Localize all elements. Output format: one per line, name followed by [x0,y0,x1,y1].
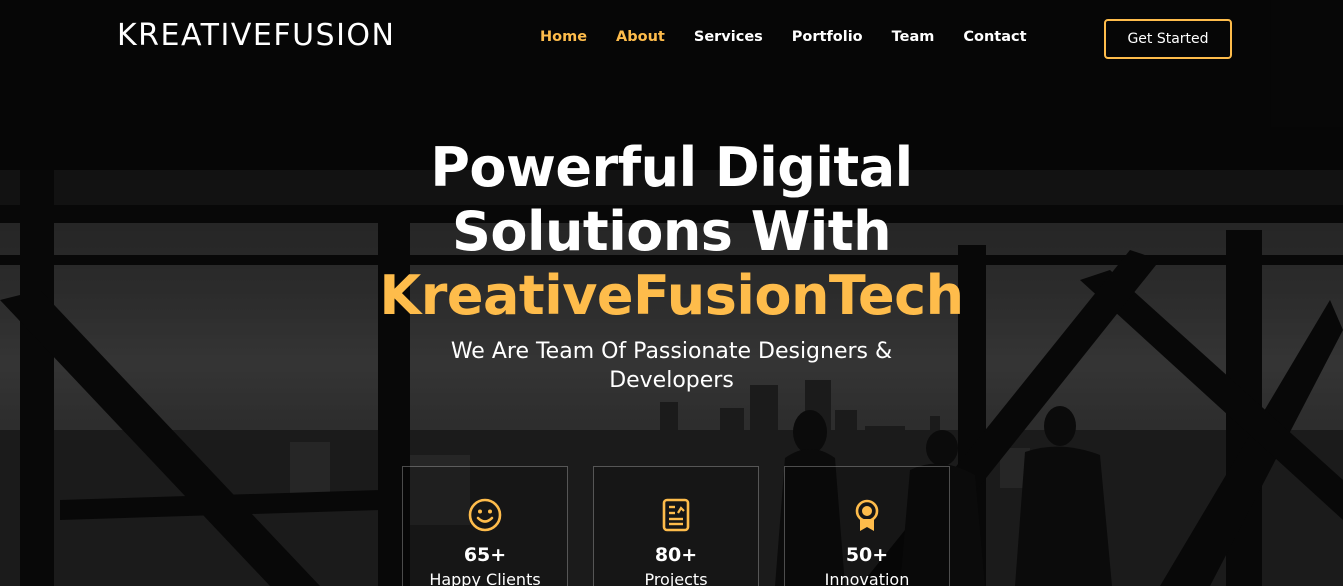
stats-row: 65+ Happy Clients 80+ Projects 50+ Innov… [402,466,950,586]
stat-label: Innovation [824,570,910,586]
hero-title-accent: KreativeFusionTech [379,264,964,327]
nav-item-portfolio[interactable]: Portfolio [792,29,863,45]
stat-label: Projects [644,570,708,586]
site-header: KREATIVEFUSION Home About Services Portf… [0,0,1343,78]
nav-item-contact[interactable]: Contact [963,29,1026,45]
stat-label: Happy Clients [429,570,541,586]
get-started-button[interactable]: Get Started [1104,19,1232,59]
hero-subtitle-line-1: We Are Team Of Passionate Designers & [450,339,893,364]
hero-title-line-1: Powerful Digital [430,136,913,199]
nav-item-home[interactable]: Home [540,29,587,45]
smile-icon [468,498,502,532]
hero-title: Powerful Digital Solutions With Kreative… [0,136,1343,328]
projects-icon [662,498,690,532]
stat-value: 65+ [463,544,507,566]
hero-subtitle: We Are Team Of Passionate Designers & De… [0,337,1343,395]
hero-subtitle-line-2: Developers [609,368,734,393]
main-nav: Home About Services Portfolio Team Conta… [540,29,1056,45]
nav-item-team[interactable]: Team [892,29,935,45]
stat-box-clients: 65+ Happy Clients [402,466,568,586]
stat-value: 50+ [845,544,889,566]
stat-value: 80+ [654,544,698,566]
logo[interactable]: KREATIVEFUSION [117,18,395,53]
nav-item-about[interactable]: About [616,29,665,45]
award-icon [855,499,879,531]
hero-title-line-2: Solutions With [451,200,892,263]
nav-item-services[interactable]: Services [694,29,763,45]
stat-box-innovation: 50+ Innovation [784,466,950,586]
stat-box-projects: 80+ Projects [593,466,759,586]
